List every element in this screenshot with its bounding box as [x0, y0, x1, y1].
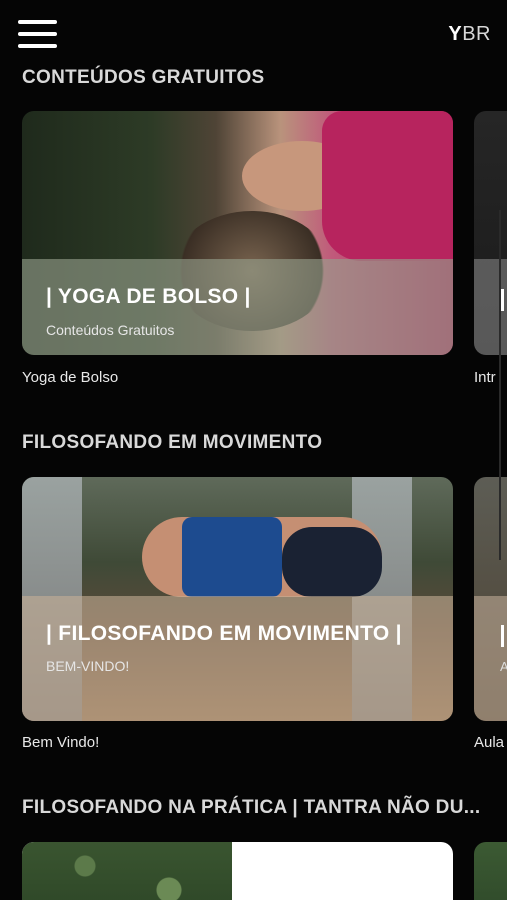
card-next-partial[interactable] [474, 842, 507, 900]
card-title: | FILOSOFANDO EM MOVIMENTO | [46, 622, 402, 645]
brand-logo[interactable]: YBR [448, 23, 491, 46]
brand-logo-rest: BR [462, 23, 491, 45]
card-title: | YOGA DE BOLSO | [46, 285, 251, 308]
section-title-filosofando-em-movimento: FILOSOFANDO EM MOVIMENTO [22, 432, 323, 453]
card-image-pond [22, 842, 232, 900]
card-filosofando-em-movimento[interactable]: | FILOSOFANDO EM MOVIMENTO | BEM-VINDO! [22, 477, 453, 721]
brand-logo-y: Y [448, 23, 463, 45]
card-next-partial[interactable]: A [474, 477, 507, 721]
card-subtitle: Conteúdos Gratuitos [46, 322, 175, 338]
card-subtitle-partial: A [500, 659, 507, 674]
section-title-conteudos-gratuitos: CONTEÚDOS GRATUITOS [22, 67, 265, 88]
card-image-shorts [282, 527, 382, 597]
card-next-partial[interactable] [474, 111, 507, 355]
card-image-top [182, 517, 282, 597]
section-title-filosofando-na-pratica: FILOSOFANDO NA PRÁTICA | TANTRA NÃO DU..… [22, 797, 481, 818]
card-title-bar [501, 289, 504, 311]
top-bar: YBR [0, 0, 507, 62]
card-image-top [322, 111, 453, 261]
card-caption[interactable]: Yoga de Bolso [22, 369, 118, 386]
hamburger-menu-icon[interactable] [18, 20, 57, 48]
card-caption-next[interactable]: Aula [474, 734, 504, 751]
card-subtitle: BEM-VINDO! [46, 658, 130, 674]
card-yoga-de-bolso[interactable]: | YOGA DE BOLSO | Conteúdos Gratuitos [22, 111, 453, 355]
scrollbar-track[interactable] [499, 210, 501, 560]
card-caption[interactable]: Bem Vindo! [22, 734, 99, 751]
card-caption-next[interactable]: Intr [474, 369, 496, 386]
card-filosofando-na-pratica[interactable] [22, 842, 453, 900]
card-title-bar [501, 625, 504, 647]
